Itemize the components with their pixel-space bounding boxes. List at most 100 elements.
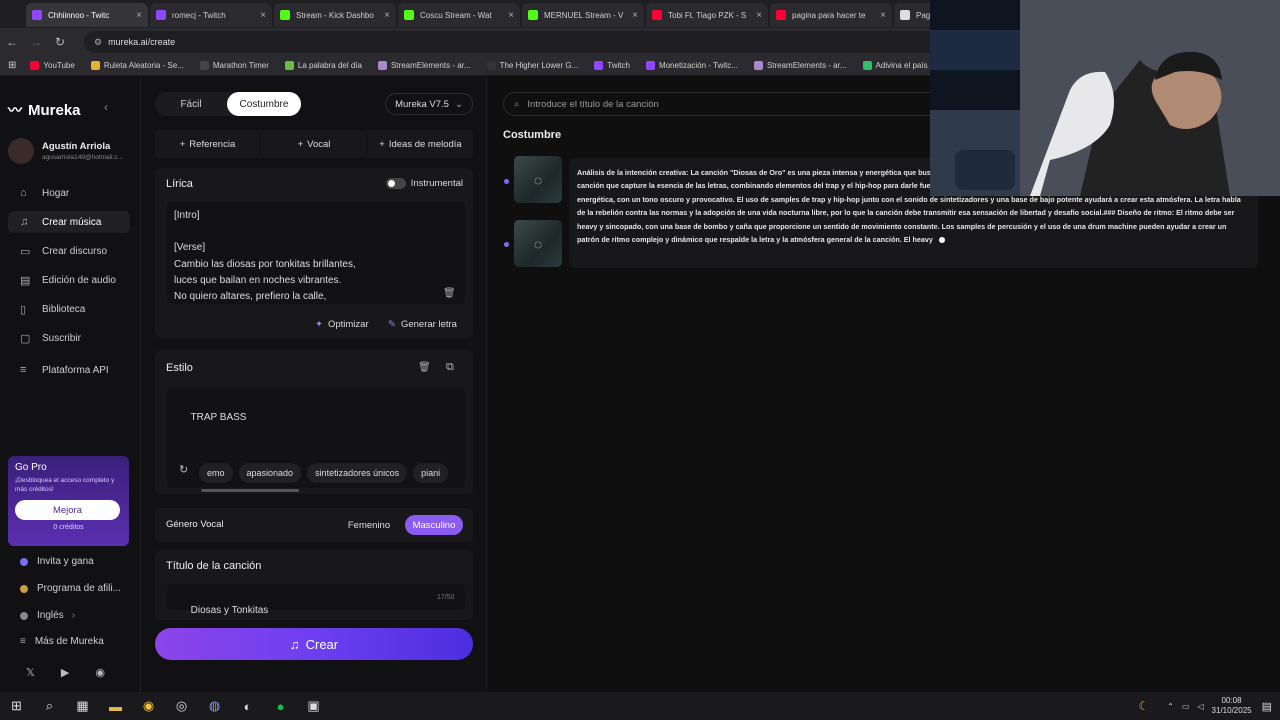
- bookmark-item[interactable]: YouTube: [30, 61, 75, 70]
- reload-icon[interactable]: ↻: [48, 35, 72, 49]
- optimize-button[interactable]: ✦ Optimizar: [315, 319, 369, 330]
- song-thumbnail-1[interactable]: ◌: [514, 156, 562, 203]
- female-button[interactable]: Femenino: [341, 515, 397, 535]
- language-selector[interactable]: Inglés ›: [20, 610, 75, 621]
- collapse-sidebar-icon[interactable]: ‹: [104, 100, 108, 114]
- browser-tab[interactable]: Chhiinnoo - Twitc ×: [26, 3, 148, 27]
- network-icon[interactable]: ▭: [1182, 702, 1190, 711]
- app-icon[interactable]: ◐: [231, 699, 264, 714]
- song-title-input[interactable]: Diosas y Tonkitas: [167, 584, 465, 616]
- song-title-card: Título de la canción Diosas y Tonkitas 1…: [155, 550, 473, 620]
- chevron-up-icon[interactable]: ⌃: [1167, 702, 1174, 711]
- discord-icon[interactable]: ◉: [95, 666, 105, 679]
- file-explorer-icon[interactable]: ▬: [99, 699, 132, 714]
- upgrade-button[interactable]: Mejora: [15, 500, 120, 520]
- brand-logo[interactable]: 〰 Mureka: [8, 100, 81, 120]
- copy-style-icon[interactable]: ⧉: [446, 361, 454, 374]
- melody-ideas-button[interactable]: + Ideas de melodía: [368, 130, 473, 158]
- browser-tab[interactable]: MERNUEL Stream - V ×: [522, 3, 644, 27]
- task-view-icon[interactable]: ▦: [66, 698, 99, 714]
- bookmark-item[interactable]: The Higher Lower G...: [486, 61, 578, 70]
- model-selector[interactable]: Mureka V7.5 ⌄: [385, 93, 473, 115]
- bookmark-item[interactable]: StreamElements - ar...: [753, 61, 847, 70]
- bookmark-favicon-icon: [284, 61, 294, 70]
- x-icon[interactable]: 𝕏: [26, 666, 35, 679]
- refresh-tags-icon[interactable]: ↻: [179, 463, 188, 476]
- site-info-icon[interactable]: ⚙: [94, 37, 102, 48]
- obs-icon[interactable]: ◎: [165, 698, 198, 714]
- song-thumbnail-2[interactable]: ◌: [514, 220, 562, 267]
- youtube-icon[interactable]: ▶: [61, 666, 69, 679]
- sidebar-item[interactable]: ⌂ Hogar: [8, 182, 130, 204]
- song-search-input[interactable]: ⌕ Introduce el título de la canción: [503, 92, 963, 116]
- clock-date: 31/10/2025: [1211, 706, 1252, 715]
- sidebar-item[interactable]: ▢ Suscribir: [8, 327, 130, 349]
- chrome-icon[interactable]: ◉: [132, 698, 165, 714]
- browser-tab[interactable]: Coscu Stream - Wat ×: [398, 3, 520, 27]
- go-pro-card: Go Pro ¡Desbloquea el acceso completo y …: [8, 456, 129, 546]
- volume-icon[interactable]: ◁: [1197, 702, 1203, 711]
- forward-icon[interactable]: →: [24, 35, 48, 49]
- affiliate-link[interactable]: Programa de afili...: [20, 583, 121, 594]
- search-icon[interactable]: ⌕: [33, 698, 66, 714]
- windows-start-icon[interactable]: ⊞: [0, 698, 33, 714]
- bookmark-item[interactable]: Ruleta Aleatoria - Se...: [90, 61, 184, 70]
- bookmark-item[interactable]: StreamElements - ar...: [377, 61, 471, 70]
- discord-icon[interactable]: ◍: [198, 698, 231, 714]
- bookmark-item[interactable]: Adivina el país: [862, 61, 928, 70]
- tab-custom[interactable]: Costumbre: [227, 92, 301, 116]
- male-button[interactable]: Masculino: [405, 515, 463, 535]
- style-tag-chip[interactable]: emo: [199, 463, 233, 483]
- music-note-icon: ♫: [20, 216, 29, 228]
- bookmark-favicon-icon: [90, 61, 100, 70]
- instrumental-toggle[interactable]: Instrumental: [385, 178, 463, 189]
- bookmark-item[interactable]: Monetización - Twitc...: [645, 61, 738, 70]
- close-tab-icon[interactable]: ×: [384, 10, 390, 21]
- invite-link[interactable]: Invita y gana: [20, 556, 94, 567]
- user-profile[interactable]: Agustín Arriola agusarriola149@hotmail.c…: [8, 138, 123, 164]
- generate-lyrics-button[interactable]: ✎ Generar letra: [388, 319, 457, 330]
- style-tag-chip[interactable]: sintetizadores únicos: [307, 463, 408, 483]
- sidebar-item[interactable]: ▯ Biblioteca: [8, 298, 130, 320]
- more-link[interactable]: ≡ Más de Mureka: [20, 636, 104, 647]
- bookmark-item[interactable]: Marathon Timer: [199, 61, 269, 70]
- toggle-switch[interactable]: [385, 178, 406, 189]
- close-tab-icon[interactable]: ×: [880, 10, 886, 21]
- close-tab-icon[interactable]: ×: [508, 10, 514, 21]
- bookmark-item[interactable]: La palabra del día: [284, 61, 362, 70]
- browser-tab[interactable]: romecj - Twitch ×: [150, 3, 272, 27]
- tab-easy[interactable]: Fácil: [155, 92, 227, 116]
- url-text: mureka.ai/create: [108, 37, 176, 47]
- clock[interactable]: 00:08 31/10/2025: [1212, 696, 1252, 716]
- create-button[interactable]: ♫ Crear: [155, 628, 473, 660]
- browser-tab[interactable]: Stream - Kick Dashbo ×: [274, 3, 396, 27]
- vocal-button[interactable]: + Vocal: [261, 130, 367, 158]
- close-tab-icon[interactable]: ×: [136, 10, 142, 21]
- close-tab-icon[interactable]: ×: [632, 10, 638, 21]
- url-field[interactable]: ⚙ mureka.ai/create: [84, 31, 964, 53]
- lyrics-input[interactable]: [Intro] [Verse] Cambio las diosas por to…: [167, 202, 465, 304]
- bookmark-item[interactable]: Twitch: [594, 61, 630, 70]
- style-tag-chip[interactable]: apasionado: [238, 463, 302, 483]
- close-tab-icon[interactable]: ×: [260, 10, 266, 21]
- sidebar-item[interactable]: ▤ Edición de audio: [8, 269, 130, 291]
- style-tag-chip[interactable]: piani: [413, 463, 449, 483]
- sidebar-item[interactable]: ♫ Crear música: [8, 211, 130, 233]
- delete-style-icon[interactable]: 🗑: [418, 362, 431, 373]
- bookmark-label: Ruleta Aleatoria - Se...: [103, 61, 184, 70]
- apps-icon[interactable]: ⊞: [8, 60, 16, 71]
- bookmark-favicon-icon: [594, 61, 604, 70]
- sidebar-item[interactable]: ▭ Crear discurso: [8, 240, 130, 262]
- close-tab-icon[interactable]: ×: [756, 10, 762, 21]
- moon-icon[interactable]: ☾: [1138, 699, 1149, 713]
- browser-tab[interactable]: pagina para hacer te ×: [770, 3, 892, 27]
- notifications-icon[interactable]: ▤: [1262, 700, 1272, 713]
- sidebar-item[interactable]: ≡ Plataforma API: [8, 359, 130, 381]
- back-icon[interactable]: ←: [0, 35, 24, 49]
- tags-scrollbar[interactable]: [201, 489, 299, 492]
- terminal-icon[interactable]: ▣: [297, 698, 330, 714]
- reference-button[interactable]: + Referencia: [155, 130, 260, 158]
- spotify-icon[interactable]: ●: [264, 699, 297, 714]
- delete-lyrics-icon[interactable]: 🗑: [443, 288, 456, 299]
- browser-tab[interactable]: Tobi Ft. Tiago PZK - S ×: [646, 3, 768, 27]
